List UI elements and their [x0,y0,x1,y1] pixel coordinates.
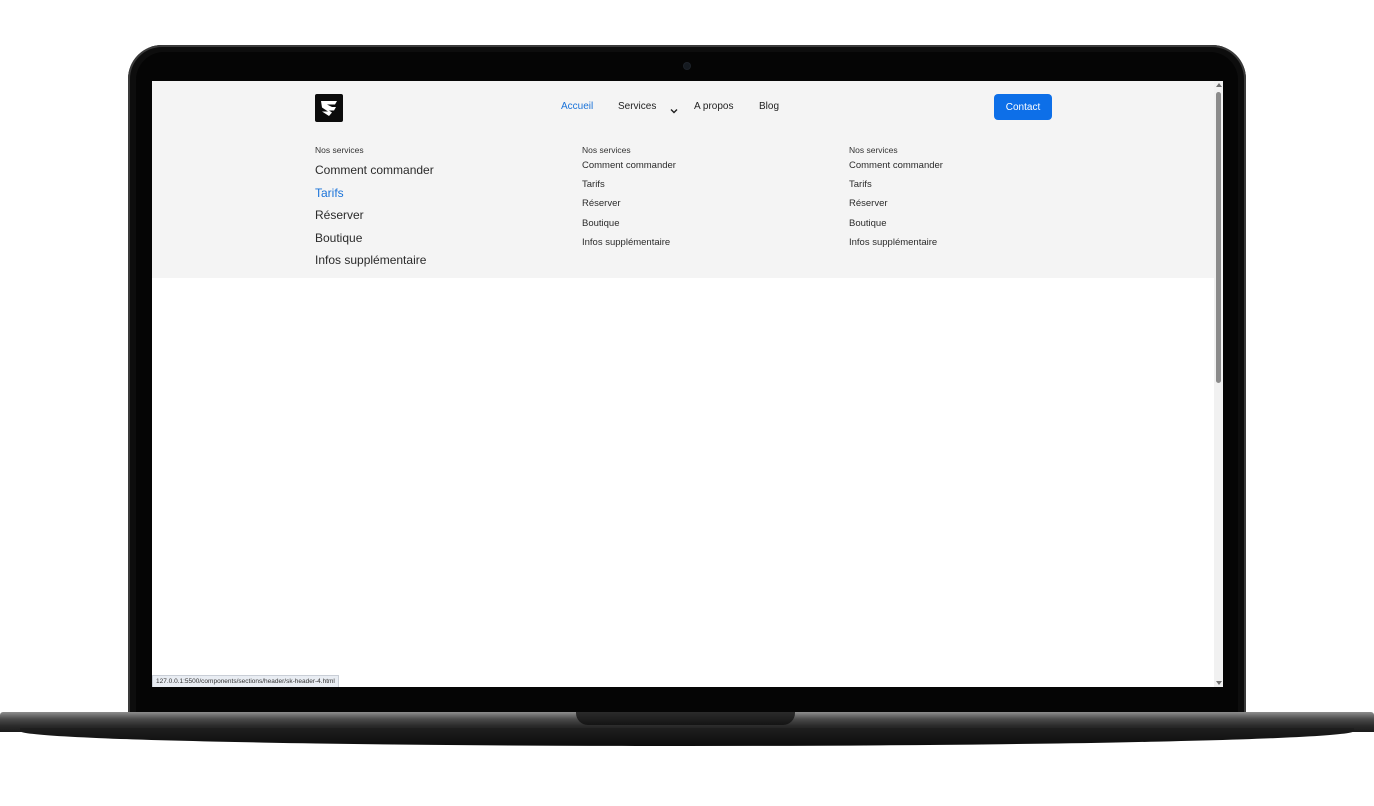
menu-item-reserver[interactable]: Réserver [849,194,943,213]
contact-button[interactable]: Contact [994,94,1052,120]
nav-accueil[interactable]: Accueil [561,101,593,112]
menu-column-title: Nos services [582,145,631,155]
menu-item-comment-commander[interactable]: Comment commander [582,156,676,175]
menu-item-boutique[interactable]: Boutique [582,214,676,233]
scrollbar-thumb[interactable] [1216,92,1221,383]
laptop-base-bottom [20,728,1354,746]
menu-item-infos[interactable]: Infos supplémentaire [849,233,943,252]
laptop-notch [576,712,795,725]
menu-item-tarifs[interactable]: Tarifs [582,175,676,194]
menu-column: Nos services Comment commander Tarifs Ré… [582,145,676,252]
chevron-down-icon[interactable] [670,102,678,114]
menu-item-boutique[interactable]: Boutique [849,214,943,233]
menu-item-reserver[interactable]: Réserver [315,204,434,227]
scrollbar[interactable] [1214,81,1223,687]
brand-logo-icon[interactable] [315,94,343,122]
browser-viewport: Accueil Services A propos Blog Contact N… [152,81,1223,687]
menu-column-title: Nos services [849,145,898,155]
menu-item-reserver[interactable]: Réserver [582,194,676,213]
nav-a-propos[interactable]: A propos [694,101,733,112]
camera-icon [684,63,690,69]
menu-column: Nos services Comment commander Tarifs Ré… [849,145,943,252]
site-header: Accueil Services A propos Blog Contact N… [152,81,1214,278]
scroll-up-icon[interactable] [1216,83,1222,87]
scroll-down-icon[interactable] [1216,681,1222,685]
menu-item-boutique[interactable]: Boutique [315,227,434,250]
menu-column-title: Nos services [315,145,364,155]
menu-column: Nos services Comment commander Tarifs Ré… [315,145,434,272]
menu-item-comment-commander[interactable]: Comment commander [315,159,434,182]
menu-item-comment-commander[interactable]: Comment commander [849,156,943,175]
menu-item-infos[interactable]: Infos supplémentaire [315,249,434,272]
status-bar-url: 127.0.0.1:5500/components/sections/heade… [152,675,339,687]
nav-services[interactable]: Services [618,101,656,112]
nav-blog[interactable]: Blog [759,101,779,112]
menu-item-infos[interactable]: Infos supplémentaire [582,233,676,252]
menu-item-tarifs[interactable]: Tarifs [849,175,943,194]
menu-item-tarifs[interactable]: Tarifs [315,182,434,205]
